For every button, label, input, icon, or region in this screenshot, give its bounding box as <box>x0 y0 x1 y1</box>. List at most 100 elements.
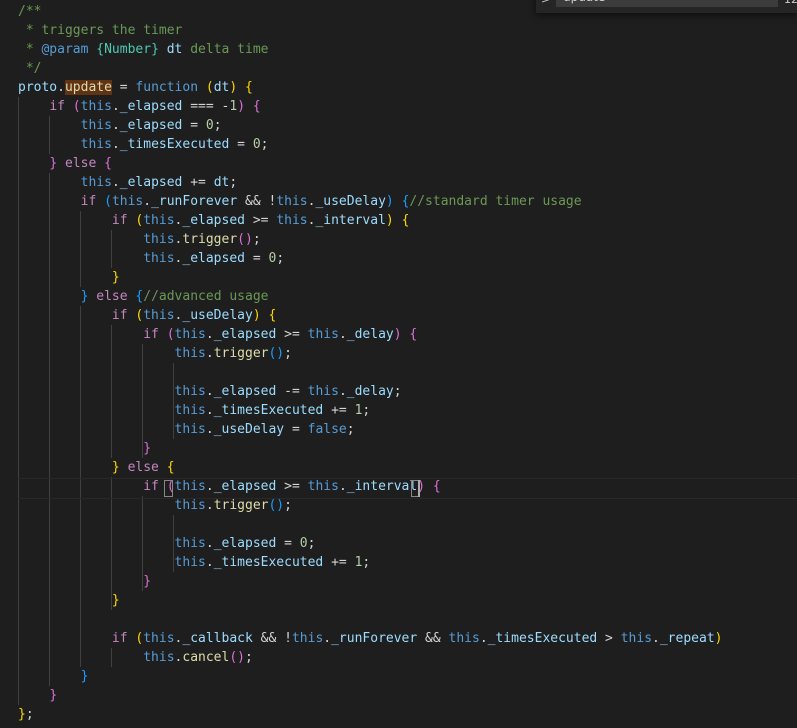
code-token: _runForever <box>151 194 238 209</box>
code-token: } <box>80 669 89 684</box>
code-token: this <box>276 194 308 209</box>
toggle-replace-icon[interactable]: > <box>541 0 550 6</box>
code-token: } <box>143 441 152 456</box>
code-token: /** <box>18 4 42 19</box>
code-token: { <box>268 308 277 323</box>
code-token: this <box>307 327 339 342</box>
code-token: ) <box>385 213 394 228</box>
code-token: trigger <box>182 232 238 247</box>
code-line: this._elapsed = 0; <box>18 249 284 268</box>
code-line: if (this._callback && !this._runForever … <box>18 629 723 648</box>
code-token: this <box>174 403 206 418</box>
code-token: _elapsed <box>119 99 183 114</box>
code-line: if (this._elapsed >= this._interval) { <box>18 477 440 496</box>
code-token: } <box>143 574 152 589</box>
code-token: ( <box>72 99 81 114</box>
code-token: . <box>205 422 214 437</box>
code-token: this <box>174 498 206 513</box>
code-token: ; <box>393 384 402 399</box>
code-token: this <box>143 232 175 247</box>
match-case-icon[interactable]: Aa <box>730 0 743 1</box>
code-token: this <box>620 631 653 646</box>
code-line: } <box>18 572 151 591</box>
code-line: if (this._elapsed >= this._delay) { <box>18 325 417 344</box>
code-token: this <box>307 479 339 494</box>
code-editor[interactable]: /** * triggers the timer * @param {Numbe… <box>0 0 797 728</box>
code-token: if <box>49 99 65 114</box>
code-token: this <box>80 118 112 133</box>
code-token: } <box>111 460 120 475</box>
code-token: . <box>205 498 214 513</box>
code-line: } else { <box>18 154 112 173</box>
code-line: if (this._elapsed === -1) { <box>18 97 260 116</box>
code-line: if (this._runForever && !this._useDelay)… <box>18 192 582 211</box>
code-line: this._elapsed = 0; <box>18 534 316 553</box>
result-count-clip: 12 <box>780 0 797 5</box>
code-token: { <box>245 80 253 95</box>
code-token: this <box>174 384 206 399</box>
find-input[interactable]: update Aa ab .* <box>556 0 778 7</box>
whole-word-icon[interactable]: ab <box>749 0 761 1</box>
code-token: { <box>401 213 410 228</box>
regex-icon[interactable]: .* <box>767 0 775 1</box>
code-token: } <box>49 688 58 703</box>
matching-bracket-open <box>164 480 173 497</box>
code-token: this <box>174 555 206 570</box>
code-token: trigger <box>213 498 269 513</box>
code-token: ) <box>252 308 261 323</box>
code-line: } <box>18 686 57 705</box>
code-token: this <box>143 213 175 228</box>
code-token: if <box>143 327 159 342</box>
code-token: += <box>182 175 214 190</box>
code-token: _delay <box>346 327 394 342</box>
code-token: ; <box>213 118 222 133</box>
code-token: _timesExecuted <box>119 137 230 152</box>
code-token: . <box>652 631 660 646</box>
code-token: _elapsed <box>182 213 245 228</box>
code-token: > <box>597 631 621 646</box>
code-line: this._useDelay = false; <box>18 420 355 439</box>
code-token: _callback <box>182 631 253 646</box>
code-token: () <box>268 498 285 513</box>
code-token: dt <box>213 175 230 190</box>
code-token: ; <box>284 346 292 361</box>
find-widget[interactable]: > update Aa ab .* 12 <box>536 0 797 13</box>
code-token: ; <box>260 137 269 152</box>
code-token: this <box>174 327 206 342</box>
code-line: } else {//advanced usage <box>18 287 269 306</box>
code-line: proto.update = function (dt) { <box>18 78 253 97</box>
code-token: _interval <box>315 213 386 228</box>
code-token: else <box>127 460 159 475</box>
code-token: _timesExecuted <box>213 403 324 418</box>
code-token: cancel <box>182 650 230 665</box>
code-token: if <box>111 308 128 323</box>
code-token: } <box>49 156 58 171</box>
code-token: = <box>284 422 308 437</box>
code-line: this._timesExecuted = 0; <box>18 135 269 154</box>
text-cursor <box>418 480 420 497</box>
code-token: this <box>111 194 144 209</box>
code-line: } <box>18 591 120 610</box>
find-input-value: update <box>563 0 605 4</box>
code-token: . <box>338 479 347 494</box>
code-token: = <box>245 251 269 266</box>
code-token: _elapsed <box>213 327 277 342</box>
code-token: _elapsed <box>119 175 183 190</box>
code-token: . <box>338 384 347 399</box>
code-token: { <box>409 327 418 342</box>
code-token: this <box>307 384 339 399</box>
